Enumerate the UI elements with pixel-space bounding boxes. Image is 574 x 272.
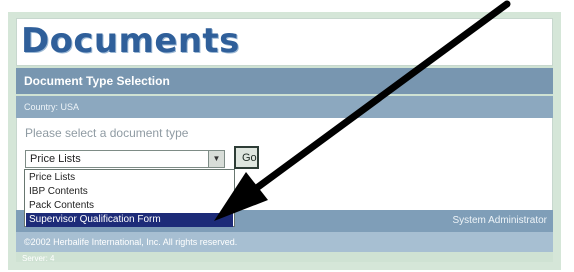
country-label: Country: USA (16, 96, 553, 118)
dropdown-option-price-lists[interactable]: Price Lists (26, 171, 233, 185)
chevron-down-icon[interactable]: ▼ (208, 151, 224, 167)
page-title: Documents (21, 21, 240, 61)
dropdown-option-ibp-contents[interactable]: IBP Contents (26, 185, 233, 199)
documents-panel: Documents Document Type Selection Countr… (16, 18, 553, 263)
dropdown-option-pack-contents[interactable]: Pack Contents (26, 199, 233, 213)
document-type-options[interactable]: Price Lists IBP Contents Pack Contents S… (24, 169, 235, 227)
copyright-text: ©2002 Herbalife International, Inc. All … (16, 232, 553, 252)
section-header: Document Type Selection (16, 68, 553, 94)
selected-document-type: Price Lists (30, 153, 81, 165)
dropdown-option-supervisor-qualification-form[interactable]: Supervisor Qualification Form (26, 213, 233, 227)
server-label: Server: 4 (22, 254, 55, 263)
go-button[interactable]: Go (234, 146, 259, 169)
page-frame: Documents Document Type Selection Countr… (8, 12, 561, 270)
current-user: System Administrator (452, 215, 547, 226)
select-prompt: Please select a document type (25, 126, 189, 140)
document-type-select[interactable]: Price Lists ▼ (25, 150, 225, 168)
screenshot-stage: Documents Document Type Selection Countr… (0, 0, 574, 272)
title-band: Documents (16, 18, 553, 66)
